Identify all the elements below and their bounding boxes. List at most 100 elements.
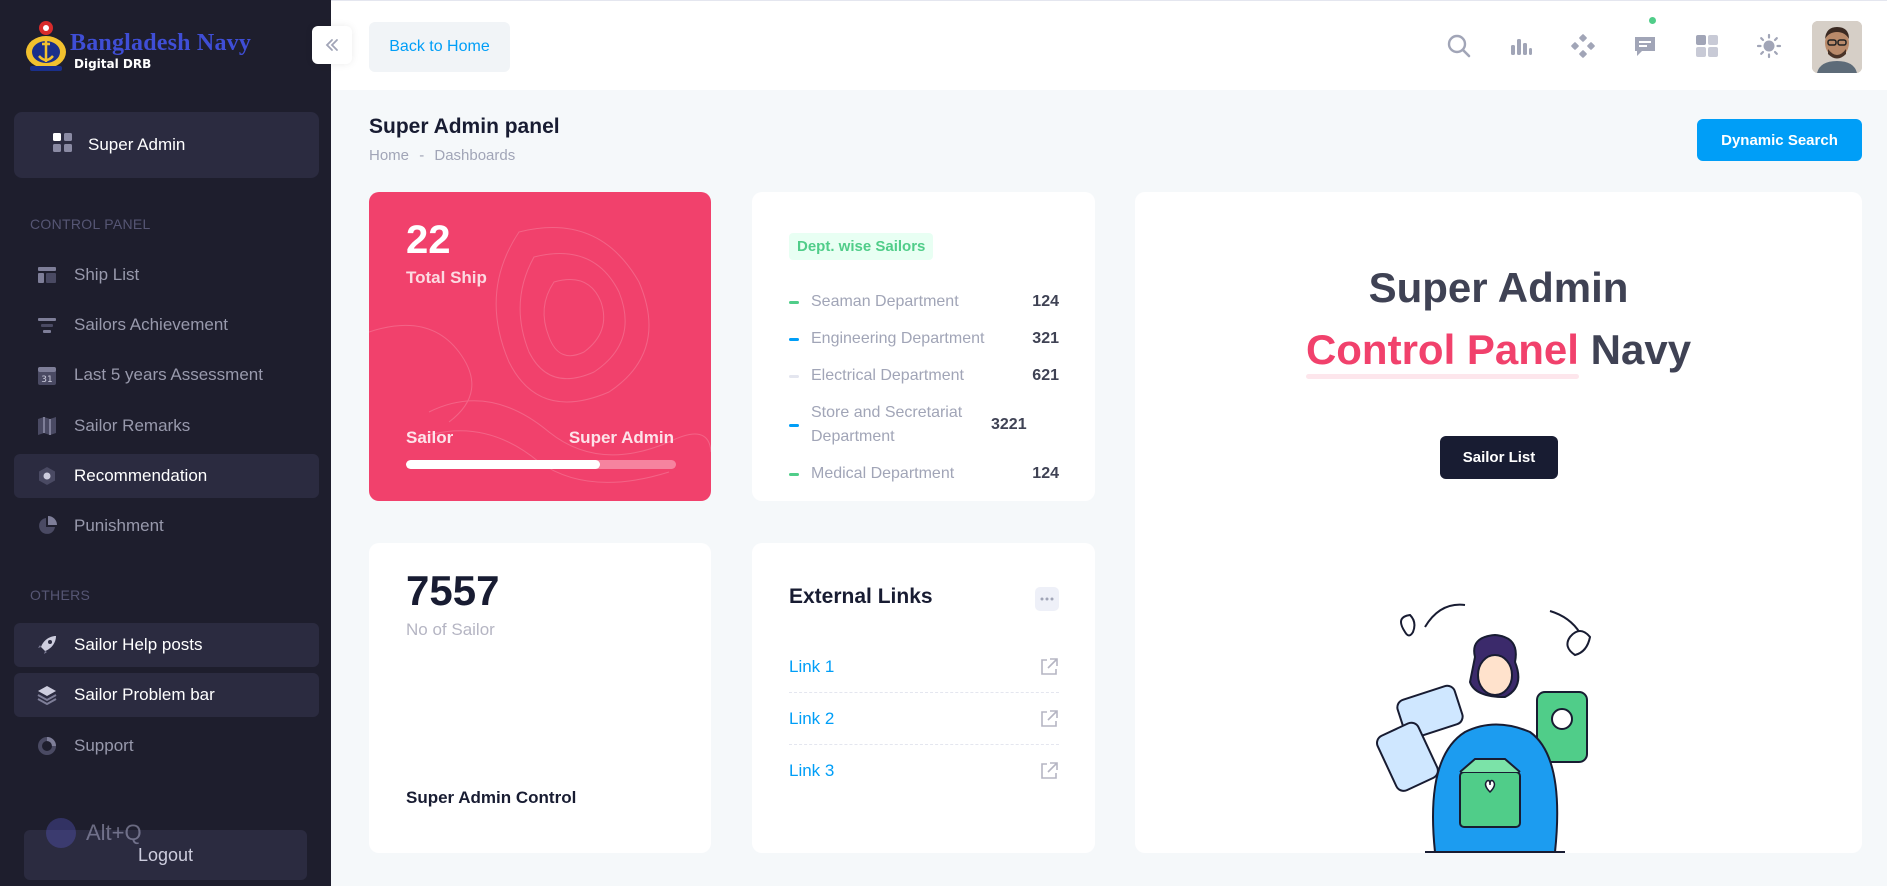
dept-name: Seaman Department bbox=[811, 293, 959, 310]
external-link-label[interactable]: Link 3 bbox=[789, 761, 834, 781]
super-admin-hero-card: Super Admin Control Panel Navy Sailor Li… bbox=[1135, 192, 1862, 853]
sidebar-item-sailor-remarks[interactable]: Sailor Remarks bbox=[14, 404, 319, 448]
dept-bullet bbox=[789, 423, 799, 427]
ship-footer-left: Sailor bbox=[406, 428, 454, 447]
dynamic-search-button[interactable]: Dynamic Search bbox=[1697, 119, 1862, 161]
total-ship-value: 22 bbox=[406, 218, 451, 262]
sidebar-item-recommendation[interactable]: Recommendation bbox=[14, 454, 319, 498]
ship-footer-right: Super Admin bbox=[568, 428, 674, 447]
external-link-label[interactable]: Link 1 bbox=[789, 657, 834, 677]
ship-progress-fill bbox=[406, 460, 601, 469]
total-ship-card: 22 Total Ship Sailor Super Admin bbox=[369, 192, 711, 501]
dept-bullet bbox=[789, 472, 799, 476]
ship-progress-bar bbox=[406, 460, 676, 469]
calendar-icon: 31 bbox=[36, 364, 58, 386]
breadcrumb-separator: - bbox=[419, 147, 425, 164]
sidebar-item-sailor-problem-bar[interactable]: Sailor Problem bar bbox=[14, 673, 319, 717]
sidebar-item-label: Sailor Remarks bbox=[74, 416, 191, 435]
external-link-icon bbox=[1041, 762, 1058, 779]
sailor-list-button[interactable]: Sailor List bbox=[1440, 436, 1558, 479]
woman-with-donation-box-illustration bbox=[1376, 603, 1592, 853]
dept-value: 124 bbox=[1032, 293, 1059, 310]
navy-emblem-icon bbox=[26, 21, 66, 71]
external-link-item[interactable]: Link 3 bbox=[789, 745, 1059, 797]
chart-icon[interactable] bbox=[1504, 29, 1538, 63]
external-link-icon bbox=[1041, 657, 1058, 675]
notification-dot bbox=[1649, 17, 1656, 24]
dept-bullet bbox=[789, 300, 799, 304]
breadcrumb-home[interactable]: Home bbox=[369, 147, 409, 164]
page-title: Super Admin panel bbox=[369, 115, 560, 138]
theme-icon[interactable] bbox=[1752, 29, 1786, 63]
app-logo[interactable]: Bangladesh Navy Digital DRB bbox=[22, 14, 282, 76]
breadcrumb: Home - Dashboards bbox=[369, 147, 515, 164]
external-link-label[interactable]: Link 2 bbox=[789, 709, 834, 729]
sidebar-item-sailor-help-posts[interactable]: Sailor Help posts bbox=[14, 623, 319, 667]
pie-chart-icon bbox=[36, 515, 58, 537]
top-header: Back to Home bbox=[331, 0, 1887, 90]
dept-badge: Dept. wise Sailors bbox=[789, 233, 934, 260]
chat-icon[interactable] bbox=[1628, 29, 1662, 63]
sidebar-item-punishment[interactable]: Punishment bbox=[14, 504, 319, 548]
external-link-item[interactable]: Link 2 bbox=[789, 693, 1059, 745]
dept-wise-sailors-card: Dept. wise Sailors Seaman Department 124… bbox=[752, 192, 1095, 501]
back-to-home-button[interactable]: Back to Home bbox=[369, 22, 510, 72]
dept-bullet bbox=[789, 374, 799, 378]
sidebar-item-super-admin[interactable]: Super Admin bbox=[14, 112, 319, 178]
external-links-title: External Links bbox=[789, 585, 933, 608]
app-subtitle: Digital DRB bbox=[74, 57, 152, 71]
rocket-icon bbox=[36, 634, 58, 656]
shortcut-hint: Alt+Q bbox=[46, 818, 142, 848]
dept-value: 321 bbox=[1032, 330, 1059, 347]
sidebar-item-last-5-years-assessment[interactable]: 31 Last 5 years Assessment bbox=[14, 353, 319, 397]
external-link-item[interactable]: Link 1 bbox=[789, 641, 1059, 693]
sidebar-item-label: Super Admin bbox=[88, 135, 186, 154]
shortcut-label: Alt+Q bbox=[86, 820, 142, 845]
hero-highlight: Control Panel bbox=[1305, 326, 1579, 373]
app-name: Bangladesh Navy bbox=[70, 30, 252, 56]
sidebar-item-label: Punishment bbox=[74, 516, 164, 535]
align-icon bbox=[36, 314, 58, 336]
sidebar-item-ship-list[interactable]: Ship List bbox=[14, 253, 319, 297]
sidebar-section-title: OTHERS bbox=[30, 587, 91, 603]
sidebar-collapse-button[interactable] bbox=[312, 26, 352, 64]
no-of-sailor-card: 7557 No of Sailor Super Admin Control bbox=[369, 543, 711, 853]
grid-icon bbox=[52, 132, 74, 159]
dept-row: Engineering Department 321 bbox=[789, 327, 1059, 351]
apps-icon[interactable] bbox=[1566, 29, 1600, 63]
sidebar-section-title: CONTROL PANEL bbox=[30, 216, 151, 232]
dept-bullet bbox=[789, 337, 799, 341]
dashboard-icon[interactable] bbox=[1690, 29, 1724, 63]
layers-icon bbox=[36, 684, 58, 706]
double-chevron-left-icon bbox=[325, 39, 338, 51]
sidebar-item-support[interactable]: Support bbox=[14, 724, 319, 768]
sidebar-item-label: Sailor Problem bar bbox=[74, 685, 215, 704]
dept-row: Electrical Department 621 bbox=[789, 364, 1059, 388]
waveform-icon bbox=[46, 818, 76, 848]
dept-name: Engineering Department bbox=[811, 330, 985, 347]
breadcrumb-current: Dashboards bbox=[434, 147, 516, 164]
dept-row: Medical Department 124 bbox=[789, 462, 1059, 486]
sidebar-item-label: Recommendation bbox=[74, 466, 208, 485]
search-icon[interactable] bbox=[1442, 29, 1476, 63]
external-links-card: External Links Link 1 Link 2 Link 3 bbox=[752, 543, 1095, 853]
sidebar-item-sailors-achievement[interactable]: Sailors Achievement bbox=[14, 303, 319, 347]
layout-icon bbox=[36, 264, 58, 286]
map-icon bbox=[36, 415, 58, 437]
hero-subtitle-rest: Navy bbox=[1590, 326, 1692, 373]
external-link-icon bbox=[1041, 709, 1058, 727]
sailor-count-value: 7557 bbox=[406, 567, 500, 614]
hero-title: Super Admin bbox=[1368, 264, 1629, 311]
hero-subtitle: Control Panel Navy bbox=[1135, 326, 1862, 374]
sidebar: Bangladesh Navy Digital DRB Super Admin … bbox=[0, 0, 331, 886]
dept-name: Store and Secretariat Department bbox=[811, 404, 963, 445]
dots-icon bbox=[1040, 597, 1054, 601]
more-options-button[interactable] bbox=[1035, 587, 1059, 611]
sidebar-item-label: Support bbox=[74, 736, 134, 755]
hexagon-icon bbox=[36, 465, 58, 487]
user-avatar[interactable] bbox=[1812, 21, 1862, 73]
dept-name: Electrical Department bbox=[811, 367, 964, 384]
sidebar-item-label: Sailors Achievement bbox=[74, 315, 229, 334]
total-ship-label: Total Ship bbox=[406, 268, 487, 287]
sidebar-item-label: Ship List bbox=[74, 265, 140, 284]
